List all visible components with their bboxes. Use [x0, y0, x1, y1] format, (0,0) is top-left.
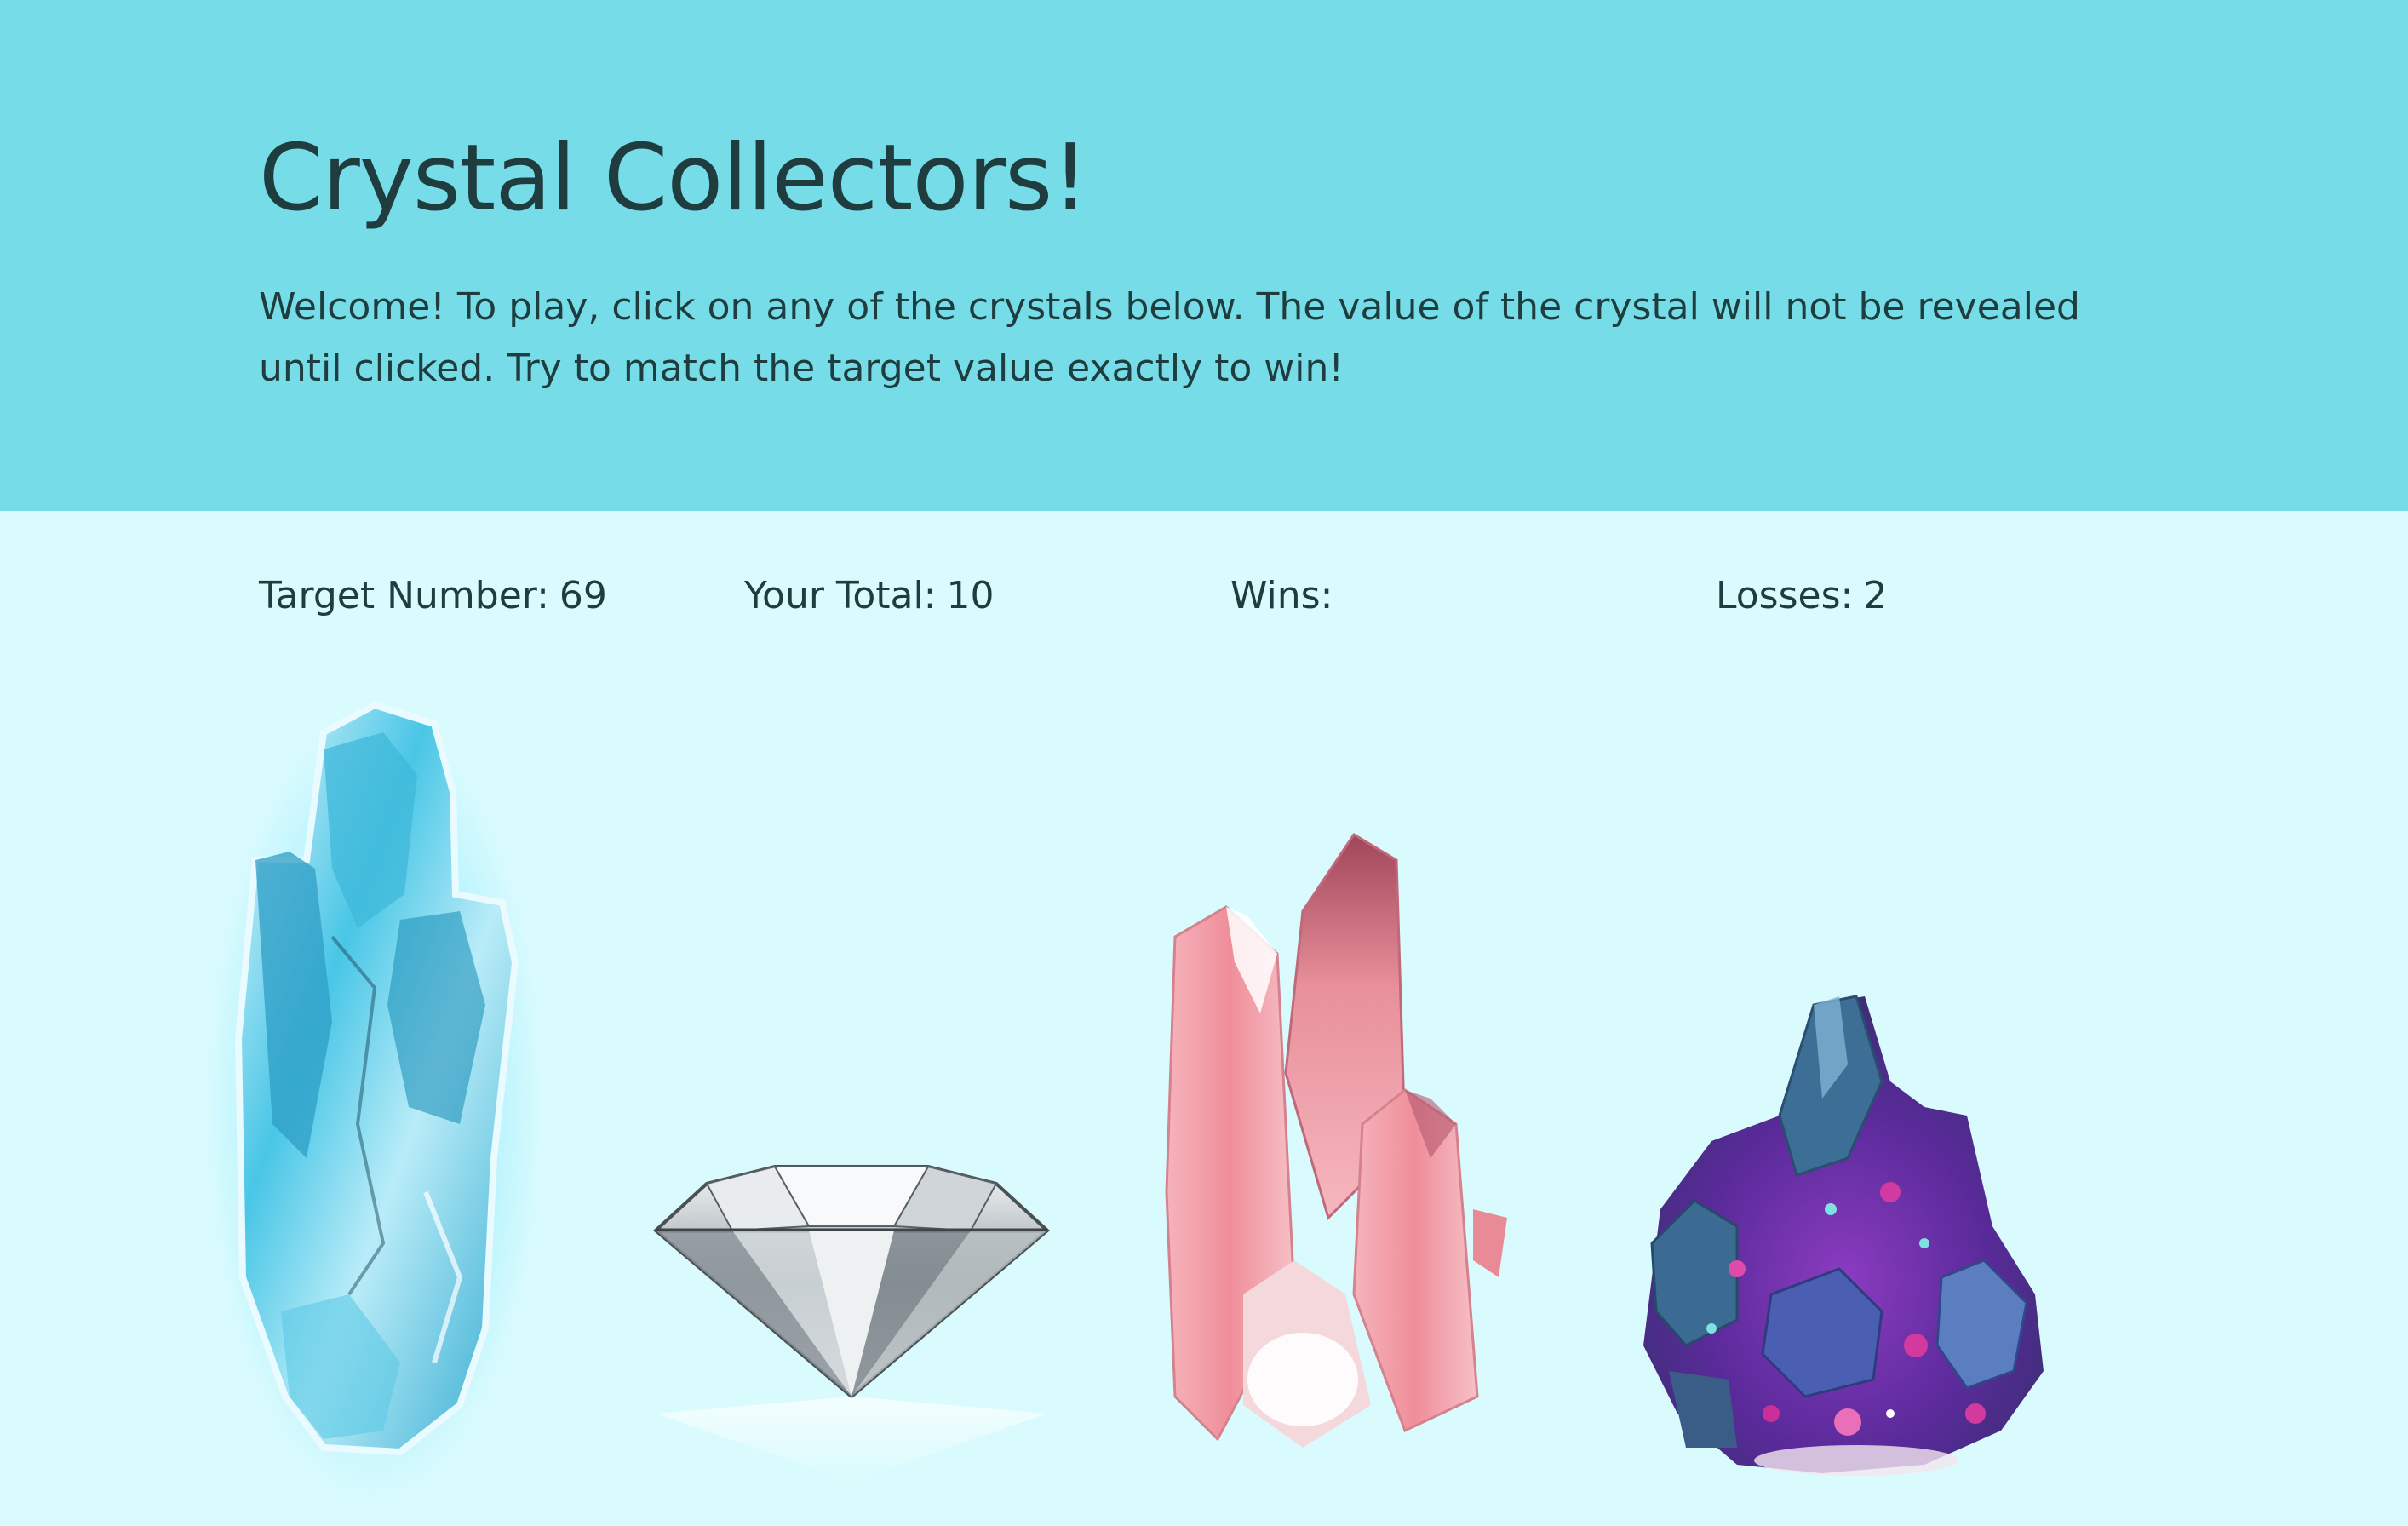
pink-crystal-icon	[1165, 832, 1507, 1448]
blue-crystal-icon	[204, 701, 545, 1499]
your-total-value: 10	[946, 574, 995, 617]
purple-crystal-icon	[1643, 995, 2044, 1476]
target-number: Target Number: 69	[259, 564, 607, 628]
target-number-value: 69	[559, 574, 607, 617]
crystal-button-purple[interactable]	[1635, 988, 2061, 1482]
header-banner: Crystal Collectors! Welcome! To play, cl…	[0, 0, 2408, 511]
game-instructions: Welcome! To play, click on any of the cr…	[259, 285, 2080, 390]
losses-count: Losses: 2	[1716, 564, 1887, 628]
page-title: Crystal Collectors!	[259, 125, 1089, 232]
wins-label: Wins:	[1230, 574, 1333, 617]
target-number-label: Target Number:	[259, 574, 549, 617]
crystal-button-diamond[interactable]	[630, 1141, 1073, 1499]
scoreboard: Target Number: 69 Your Total: 10 Wins: Los…	[259, 564, 2200, 628]
your-total: Your Total: 10	[744, 564, 995, 628]
diamond-icon	[652, 1165, 1051, 1482]
crystal-button-blue[interactable]	[204, 681, 545, 1499]
your-total-label: Your Total:	[744, 574, 937, 617]
losses-value: 2	[1863, 574, 1888, 617]
crystal-button-pink[interactable]	[1150, 818, 1541, 1456]
losses-label: Losses:	[1716, 574, 1854, 617]
wins-count: Wins:	[1230, 564, 1343, 628]
